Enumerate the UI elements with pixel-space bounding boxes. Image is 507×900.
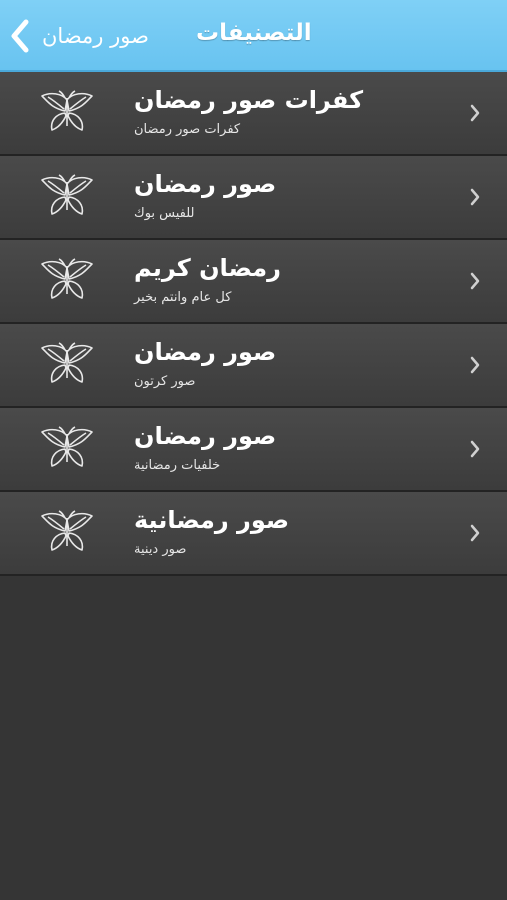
list-item[interactable]: صور رمضان خلفيات رمضانية (0, 408, 507, 492)
page-title: التصنيفات (196, 20, 312, 46)
category-list: كفرات صور رمضان كفرات صور رمضان صور رمضا… (0, 72, 507, 576)
list-item-title: كفرات صور رمضان (134, 86, 364, 114)
butterfly-icon (41, 258, 93, 299)
list-item[interactable]: صور رمضان للفيس بوك (0, 156, 507, 240)
list-item-subtitle: صور دينية (134, 542, 187, 557)
chevron-right-icon (470, 524, 480, 542)
butterfly-icon (41, 426, 93, 467)
list-item[interactable]: كفرات صور رمضان كفرات صور رمضان (0, 72, 507, 156)
navigation-bar: صور رمضان التصنيفات (0, 0, 507, 72)
chevron-right-icon (470, 104, 480, 122)
list-item-title: صور رمضان (134, 422, 277, 450)
chevron-right-icon (470, 188, 480, 206)
list-item[interactable]: رمضان كريم كل عام وانتم بخير (0, 240, 507, 324)
list-item-title: صور رمضان (134, 338, 277, 366)
list-item-subtitle: للفيس بوك (134, 206, 195, 221)
back-button[interactable]: صور رمضان (6, 14, 176, 58)
list-item-subtitle: خلفيات رمضانية (134, 458, 221, 473)
list-item-subtitle: كفرات صور رمضان (134, 122, 241, 137)
chevron-right-icon (470, 440, 480, 458)
chevron-right-icon (470, 272, 480, 290)
list-item-subtitle: صور كرتون (134, 374, 196, 389)
screen: صور رمضان التصنيفات كفرات صور رمضان كفرا… (0, 0, 507, 900)
list-item-title: صور رمضانية (134, 506, 290, 534)
chevron-right-icon (470, 356, 480, 374)
butterfly-icon (41, 510, 93, 551)
list-item-title: صور رمضان (134, 170, 277, 198)
list-item[interactable]: صور رمضانية صور دينية (0, 492, 507, 576)
chevron-left-icon (11, 19, 29, 53)
list-item-title: رمضان كريم (134, 254, 281, 282)
back-button-label: صور رمضان (42, 24, 149, 48)
butterfly-icon (41, 342, 93, 383)
list-item[interactable]: صور رمضان صور كرتون (0, 324, 507, 408)
butterfly-icon (41, 90, 93, 131)
list-item-subtitle: كل عام وانتم بخير (134, 290, 232, 305)
butterfly-icon (41, 174, 93, 215)
